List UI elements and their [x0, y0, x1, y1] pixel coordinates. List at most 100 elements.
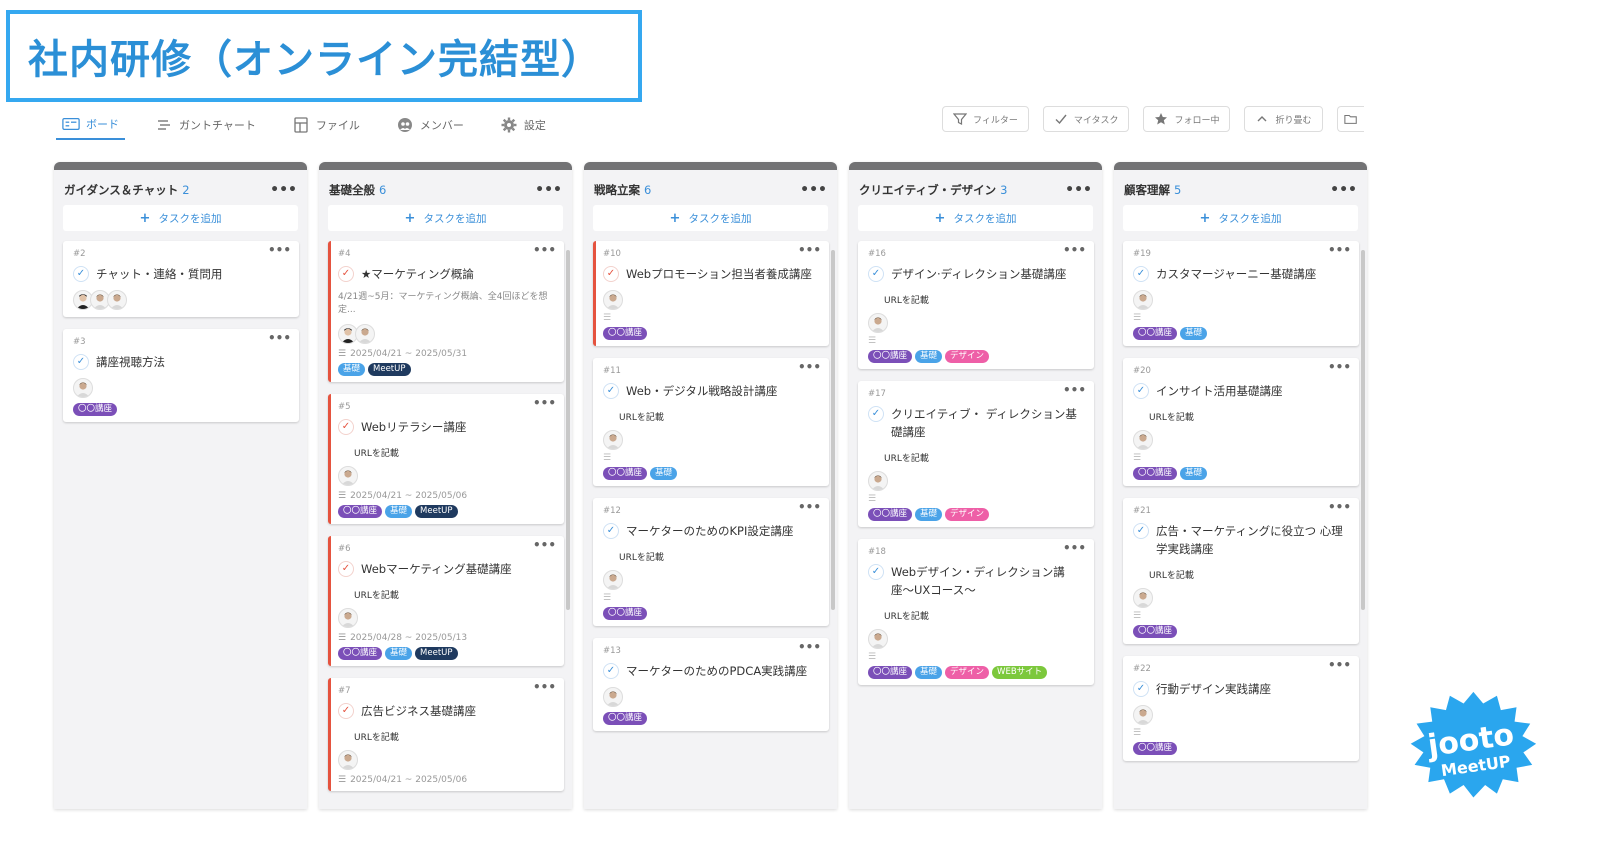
card-menu-icon[interactable]: •••: [1328, 500, 1351, 514]
tag-badge[interactable]: 〇〇講座: [868, 508, 913, 521]
task-check-icon[interactable]: ✓: [338, 266, 354, 282]
tag-badge[interactable]: デザイン: [945, 508, 990, 521]
card-menu-icon[interactable]: •••: [798, 640, 821, 654]
task-card[interactable]: ••• #17 ✓ クリエイティブ・ ディレクション基礎講座 URLを記載 ☰ 〇〇講座 基礎…: [858, 381, 1094, 527]
card-menu-icon[interactable]: •••: [268, 331, 291, 345]
tag-badge[interactable]: 〇〇講座: [1133, 742, 1178, 755]
tag-badge[interactable]: 基礎: [915, 350, 943, 363]
task-check-icon[interactable]: ✓: [603, 523, 619, 539]
card-menu-icon[interactable]: •••: [533, 396, 556, 410]
tag-badge[interactable]: 基礎: [338, 363, 366, 376]
task-card[interactable]: ••• #21 ✓ 広告・マーケティングに役立つ 心理学実践講座 URLを記載 ☰ 〇〇講座: [1123, 498, 1359, 644]
tab-files[interactable]: ファイル: [286, 110, 366, 140]
tab-gantt[interactable]: ガントチャート: [149, 110, 262, 140]
task-check-icon[interactable]: ✓: [868, 564, 884, 580]
tag-badge[interactable]: 〇〇講座: [1133, 467, 1178, 480]
tag-badge[interactable]: デザイン: [945, 666, 990, 679]
tag-badge[interactable]: 基礎: [1180, 327, 1208, 340]
filter-button[interactable]: フィルター: [942, 106, 1029, 132]
task-card[interactable]: ••• #3 ✓ 講座視聴方法 〇〇講座: [63, 329, 299, 422]
card-menu-icon[interactable]: •••: [1328, 360, 1351, 374]
tag-badge[interactable]: WEBサイト: [992, 666, 1048, 679]
tag-badge[interactable]: デザイン: [945, 350, 990, 363]
tag-badge[interactable]: 基礎: [385, 647, 413, 660]
following-button[interactable]: フォロー中: [1143, 106, 1231, 132]
card-menu-icon[interactable]: •••: [1328, 243, 1351, 257]
tag-badge[interactable]: 〇〇講座: [868, 350, 913, 363]
task-check-icon[interactable]: ✓: [73, 266, 89, 282]
collapse-button[interactable]: 折り畳む: [1244, 106, 1323, 132]
my-tasks-button[interactable]: マイタスク: [1042, 106, 1130, 132]
tab-members[interactable]: メンバー: [390, 110, 470, 140]
avatar[interactable]: [603, 430, 623, 450]
tag-badge[interactable]: 基礎: [650, 467, 678, 480]
task-card[interactable]: ••• #5 ✓ Webリテラシー講座 URLを記載 ☰ 2025/04/21 ~ 2025…: [328, 394, 564, 524]
tag-badge[interactable]: 〇〇講座: [868, 666, 913, 679]
column-menu-icon[interactable]: •••: [535, 182, 562, 198]
column-scrollbar[interactable]: [831, 250, 835, 610]
tag-badge[interactable]: 〇〇講座: [603, 327, 648, 340]
avatar[interactable]: [868, 629, 888, 649]
avatar[interactable]: [603, 290, 623, 310]
tag-badge[interactable]: 〇〇講座: [603, 712, 648, 725]
task-check-icon[interactable]: ✓: [868, 406, 884, 422]
tag-badge[interactable]: 〇〇講座: [73, 403, 118, 416]
add-task-button[interactable]: + タスクを追加: [328, 205, 563, 231]
task-card[interactable]: ••• #20 ✓ インサイト活用基礎講座 URLを記載 ☰ 〇〇講座 基礎: [1123, 358, 1359, 486]
tag-badge[interactable]: MeetUP: [415, 647, 458, 660]
tab-settings[interactable]: 設定: [494, 110, 552, 140]
avatar[interactable]: [73, 378, 93, 398]
task-check-icon[interactable]: ✓: [1133, 681, 1149, 697]
task-card[interactable]: ••• #2 ✓ チャット・連絡・質問用: [63, 241, 299, 317]
card-menu-icon[interactable]: •••: [533, 680, 556, 694]
tag-badge[interactable]: MeetUP: [415, 505, 458, 518]
task-check-icon[interactable]: ✓: [868, 266, 884, 282]
card-menu-icon[interactable]: •••: [533, 538, 556, 552]
task-card[interactable]: ••• #10 ✓ Webプロモーション担当者養成講座 ☰ 〇〇講座: [593, 241, 829, 346]
task-check-icon[interactable]: ✓: [603, 663, 619, 679]
avatar[interactable]: [107, 290, 127, 310]
avatar[interactable]: [1133, 430, 1153, 450]
avatar[interactable]: [1133, 588, 1153, 608]
avatar[interactable]: [1133, 290, 1153, 310]
task-check-icon[interactable]: ✓: [603, 266, 619, 282]
task-card[interactable]: ••• #12 ✓ マーケターのためのKPI設定講座 URLを記載 ☰ 〇〇講座: [593, 498, 829, 626]
tab-board[interactable]: ボード: [56, 110, 125, 140]
tag-badge[interactable]: 〇〇講座: [338, 505, 383, 518]
tag-badge[interactable]: 〇〇講座: [1133, 327, 1178, 340]
task-check-icon[interactable]: ✓: [338, 703, 354, 719]
add-task-button[interactable]: + タスクを追加: [593, 205, 828, 231]
card-menu-icon[interactable]: •••: [533, 243, 556, 257]
column-scrollbar[interactable]: [566, 250, 570, 610]
tag-badge[interactable]: 基礎: [915, 508, 943, 521]
tag-badge[interactable]: 〇〇講座: [603, 607, 648, 620]
avatar[interactable]: [868, 313, 888, 333]
column-menu-icon[interactable]: •••: [1330, 182, 1357, 198]
task-check-icon[interactable]: ✓: [1133, 383, 1149, 399]
avatar[interactable]: [603, 687, 623, 707]
card-menu-icon[interactable]: •••: [1063, 383, 1086, 397]
tag-badge[interactable]: 〇〇講座: [1133, 625, 1178, 638]
add-task-button[interactable]: + タスクを追加: [63, 205, 298, 231]
column-menu-icon[interactable]: •••: [1065, 182, 1092, 198]
task-card[interactable]: ••• #4 ✓ ★マーケティング概論 4/21週~5月：マーケティング概論、全4回ほど…: [328, 241, 564, 382]
card-menu-icon[interactable]: •••: [1063, 243, 1086, 257]
task-card[interactable]: ••• #22 ✓ 行動デザイン実践講座 ☰ 〇〇講座: [1123, 656, 1359, 761]
tag-badge[interactable]: 〇〇講座: [338, 647, 383, 660]
task-card[interactable]: ••• #18 ✓ Webデザイン・ディレクション講座〜UXコース〜 URLを記載 ☰ 〇〇…: [858, 539, 1094, 685]
tag-badge[interactable]: MeetUP: [368, 363, 411, 376]
avatar[interactable]: [355, 324, 375, 344]
tag-badge[interactable]: 基礎: [385, 505, 413, 518]
task-check-icon[interactable]: ✓: [1133, 523, 1149, 539]
folder-button[interactable]: [1336, 106, 1364, 132]
task-card[interactable]: ••• #16 ✓ デザイン·ディレクション基礎講座 URLを記載 ☰ 〇〇講座 基礎 デザイン: [858, 241, 1094, 369]
task-check-icon[interactable]: ✓: [338, 561, 354, 577]
tag-badge[interactable]: 基礎: [1180, 467, 1208, 480]
add-task-button[interactable]: + タスクを追加: [1123, 205, 1358, 231]
column-scrollbar[interactable]: [1361, 250, 1365, 610]
card-menu-icon[interactable]: •••: [798, 360, 821, 374]
card-menu-icon[interactable]: •••: [798, 243, 821, 257]
avatar[interactable]: [868, 471, 888, 491]
column-menu-icon[interactable]: •••: [800, 182, 827, 198]
tag-badge[interactable]: 〇〇講座: [603, 467, 648, 480]
